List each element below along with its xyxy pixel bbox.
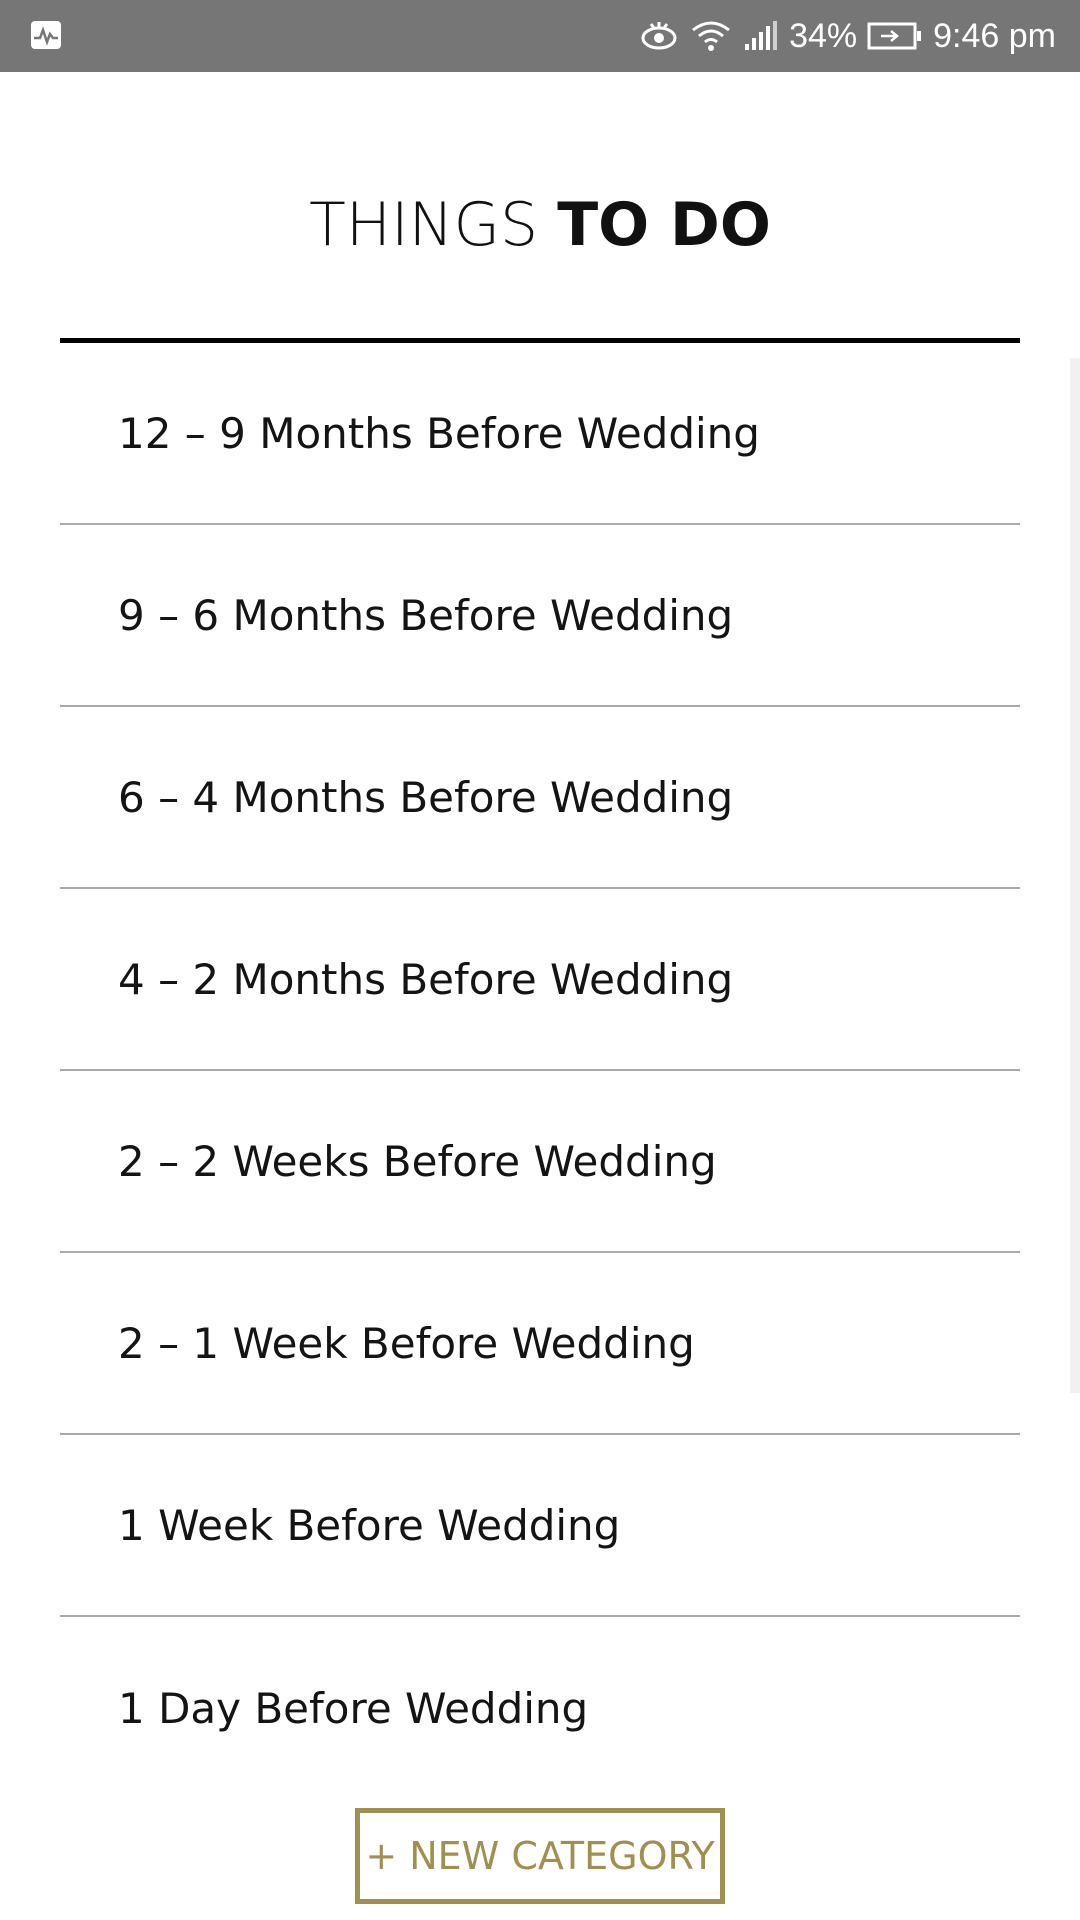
status-time: 9:46 pm xyxy=(933,16,1056,55)
category-item-2-2-weeks[interactable]: 2 – 2 Weeks Before Wedding xyxy=(60,1071,1020,1253)
page-title-light: THINGS xyxy=(309,190,539,260)
category-item-1-day[interactable]: 1 Day Before Wedding xyxy=(60,1617,1020,1799)
category-label: 2 – 2 Weeks Before Wedding xyxy=(118,1136,717,1186)
eye-icon xyxy=(639,19,679,53)
category-label: 2 – 1 Week Before Wedding xyxy=(118,1318,695,1368)
battery-percent: 34% xyxy=(789,16,858,55)
category-label: 1 Week Before Wedding xyxy=(118,1500,621,1550)
category-item-1-week[interactable]: 1 Week Before Wedding xyxy=(60,1435,1020,1617)
category-label: 4 – 2 Months Before Wedding xyxy=(118,954,734,1004)
page-title: THINGS TO DO xyxy=(0,190,1080,260)
status-bar: 34% 9:46 pm xyxy=(0,0,1080,72)
category-item-9-6-months[interactable]: 9 – 6 Months Before Wedding xyxy=(60,525,1020,707)
wifi-icon xyxy=(689,18,733,54)
status-icons: 34% 9:46 pm xyxy=(639,0,1056,72)
new-category-button[interactable]: + NEW CATEGORY xyxy=(355,1808,725,1904)
category-item-12-9-months[interactable]: 12 – 9 Months Before Wedding xyxy=(60,343,1020,525)
battery-charging-icon xyxy=(867,21,923,51)
category-item-2-1-week[interactable]: 2 – 1 Week Before Wedding xyxy=(60,1253,1020,1435)
category-label: 6 – 4 Months Before Wedding xyxy=(118,772,734,822)
category-list: 12 – 9 Months Before Wedding 9 – 6 Month… xyxy=(60,343,1020,1799)
category-label: 12 – 9 Months Before Wedding xyxy=(118,408,760,458)
scrollbar[interactable] xyxy=(1070,358,1080,1393)
signal-icon xyxy=(743,20,779,52)
category-item-4-2-months[interactable]: 4 – 2 Months Before Wedding xyxy=(60,889,1020,1071)
category-label: 9 – 6 Months Before Wedding xyxy=(118,590,734,640)
page-title-bold: TO DO xyxy=(557,190,771,260)
activity-pulse-icon xyxy=(30,20,62,50)
category-label: 1 Day Before Wedding xyxy=(118,1683,589,1733)
category-item-6-4-months[interactable]: 6 – 4 Months Before Wedding xyxy=(60,707,1020,889)
